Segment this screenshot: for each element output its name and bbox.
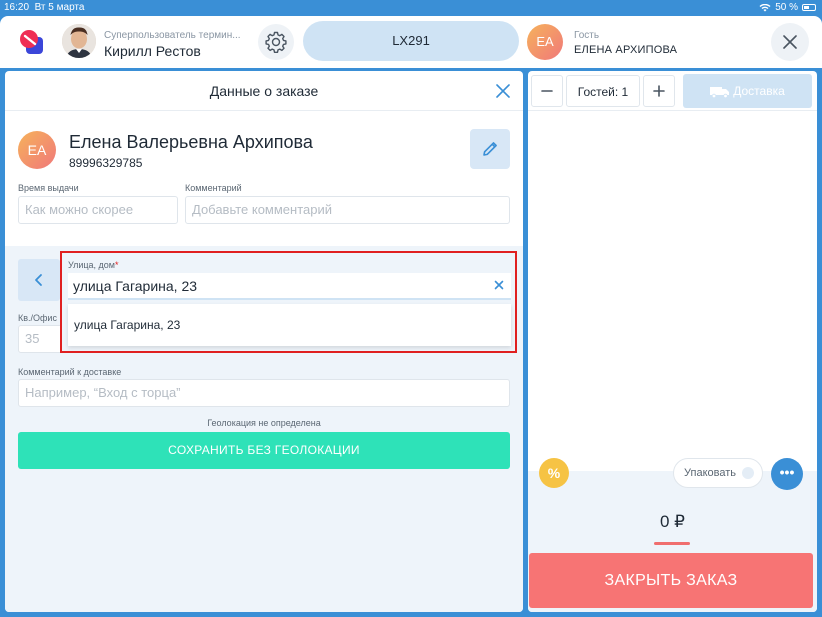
street-label: Улица, дом* (68, 260, 119, 270)
user-name: Кирилл Рестов (104, 43, 201, 59)
delivery-comment-field[interactable]: Например, “Вход с торца” (18, 379, 510, 407)
customer-name: Елена Валерьевна Архипова (69, 132, 313, 152)
user-role: Суперпользователь термин... (104, 30, 241, 41)
order-summary-panel: Гостей: 1 Доставка % Упаковать ••• 0 ₽ З… (528, 71, 817, 612)
guest-name[interactable]: ЕЛЕНА АРХИПОВА (574, 44, 677, 56)
panel-title: Данные о заказе (5, 71, 523, 111)
customer-avatar: ЕА (18, 131, 56, 169)
pickup-time-field[interactable]: Как можно скорее (18, 196, 178, 224)
settings-button[interactable] (258, 24, 294, 60)
pencil-icon (483, 142, 497, 156)
street-input[interactable]: улица Гагарина, 23 (68, 273, 511, 300)
guest-avatar[interactable]: ЕА (527, 24, 563, 60)
truck-icon (710, 86, 730, 98)
back-button[interactable] (18, 259, 60, 301)
minus-icon (541, 90, 553, 92)
apartment-label: Кв./Офис (18, 313, 57, 323)
battery-percent: 50 % (775, 2, 798, 13)
status-time: 16:20 Вт 5 марта (4, 2, 85, 13)
close-icon (783, 35, 797, 49)
pickup-time-label: Время выдачи (18, 183, 79, 193)
close-order-button[interactable]: ЗАКРЫТЬ ЗАКАЗ (529, 553, 813, 608)
increase-guests-button[interactable] (643, 75, 675, 107)
delivery-comment-label: Комментарий к доставке (18, 367, 122, 377)
delivery-button[interactable]: Доставка (683, 74, 812, 108)
top-header: Суперпользователь термин... Кирилл Ресто… (0, 16, 822, 68)
pack-toggle[interactable]: Упаковать (673, 458, 763, 488)
order-total: 0 ₽ (660, 512, 685, 531)
close-icon[interactable] (494, 82, 512, 100)
table-code-button[interactable]: LX291 (303, 21, 519, 61)
status-bar: 16:20 Вт 5 марта 50 % (0, 0, 822, 16)
order-details-panel: Данные о заказе ЕА Елена Валерьевна Архи… (5, 71, 523, 612)
status-right: 50 % (759, 2, 816, 13)
street-autocomplete: Улица, дом* улица Гагарина, 23 улица Гаг… (60, 251, 517, 353)
discount-button[interactable]: % (539, 458, 569, 488)
user-photo-icon (62, 24, 96, 58)
comment-label: Комментарий (185, 183, 242, 193)
guests-count: Гостей: 1 (566, 75, 640, 107)
clear-icon[interactable] (493, 279, 505, 291)
close-order-view-button[interactable] (771, 23, 809, 61)
wifi-icon (759, 3, 771, 11)
toggle-knob (742, 467, 754, 479)
gear-icon (265, 31, 287, 53)
user-avatar[interactable] (62, 24, 96, 58)
more-options-button[interactable]: ••• (771, 458, 803, 490)
battery-icon (802, 4, 816, 11)
decrease-guests-button[interactable] (531, 75, 563, 107)
edit-customer-button[interactable] (470, 129, 510, 169)
total-underline (654, 542, 690, 545)
geolocation-status: Геолокация не определена (207, 418, 321, 428)
street-suggestion[interactable]: улица Гагарина, 23 (68, 304, 511, 346)
app-logo-icon[interactable] (18, 28, 46, 56)
plus-icon (653, 85, 665, 97)
customer-phone: 89996329785 (69, 156, 143, 170)
save-without-geolocation-button[interactable]: СОХРАНИТЬ БЕЗ ГЕОЛОКАЦИИ (18, 432, 510, 469)
comment-field[interactable]: Добавьте комментарий (185, 196, 510, 224)
guests-bar: Гостей: 1 Доставка (528, 71, 817, 111)
chevron-left-icon (35, 274, 42, 286)
pack-label: Упаковать (684, 467, 736, 479)
guest-label: Гость (574, 30, 600, 41)
